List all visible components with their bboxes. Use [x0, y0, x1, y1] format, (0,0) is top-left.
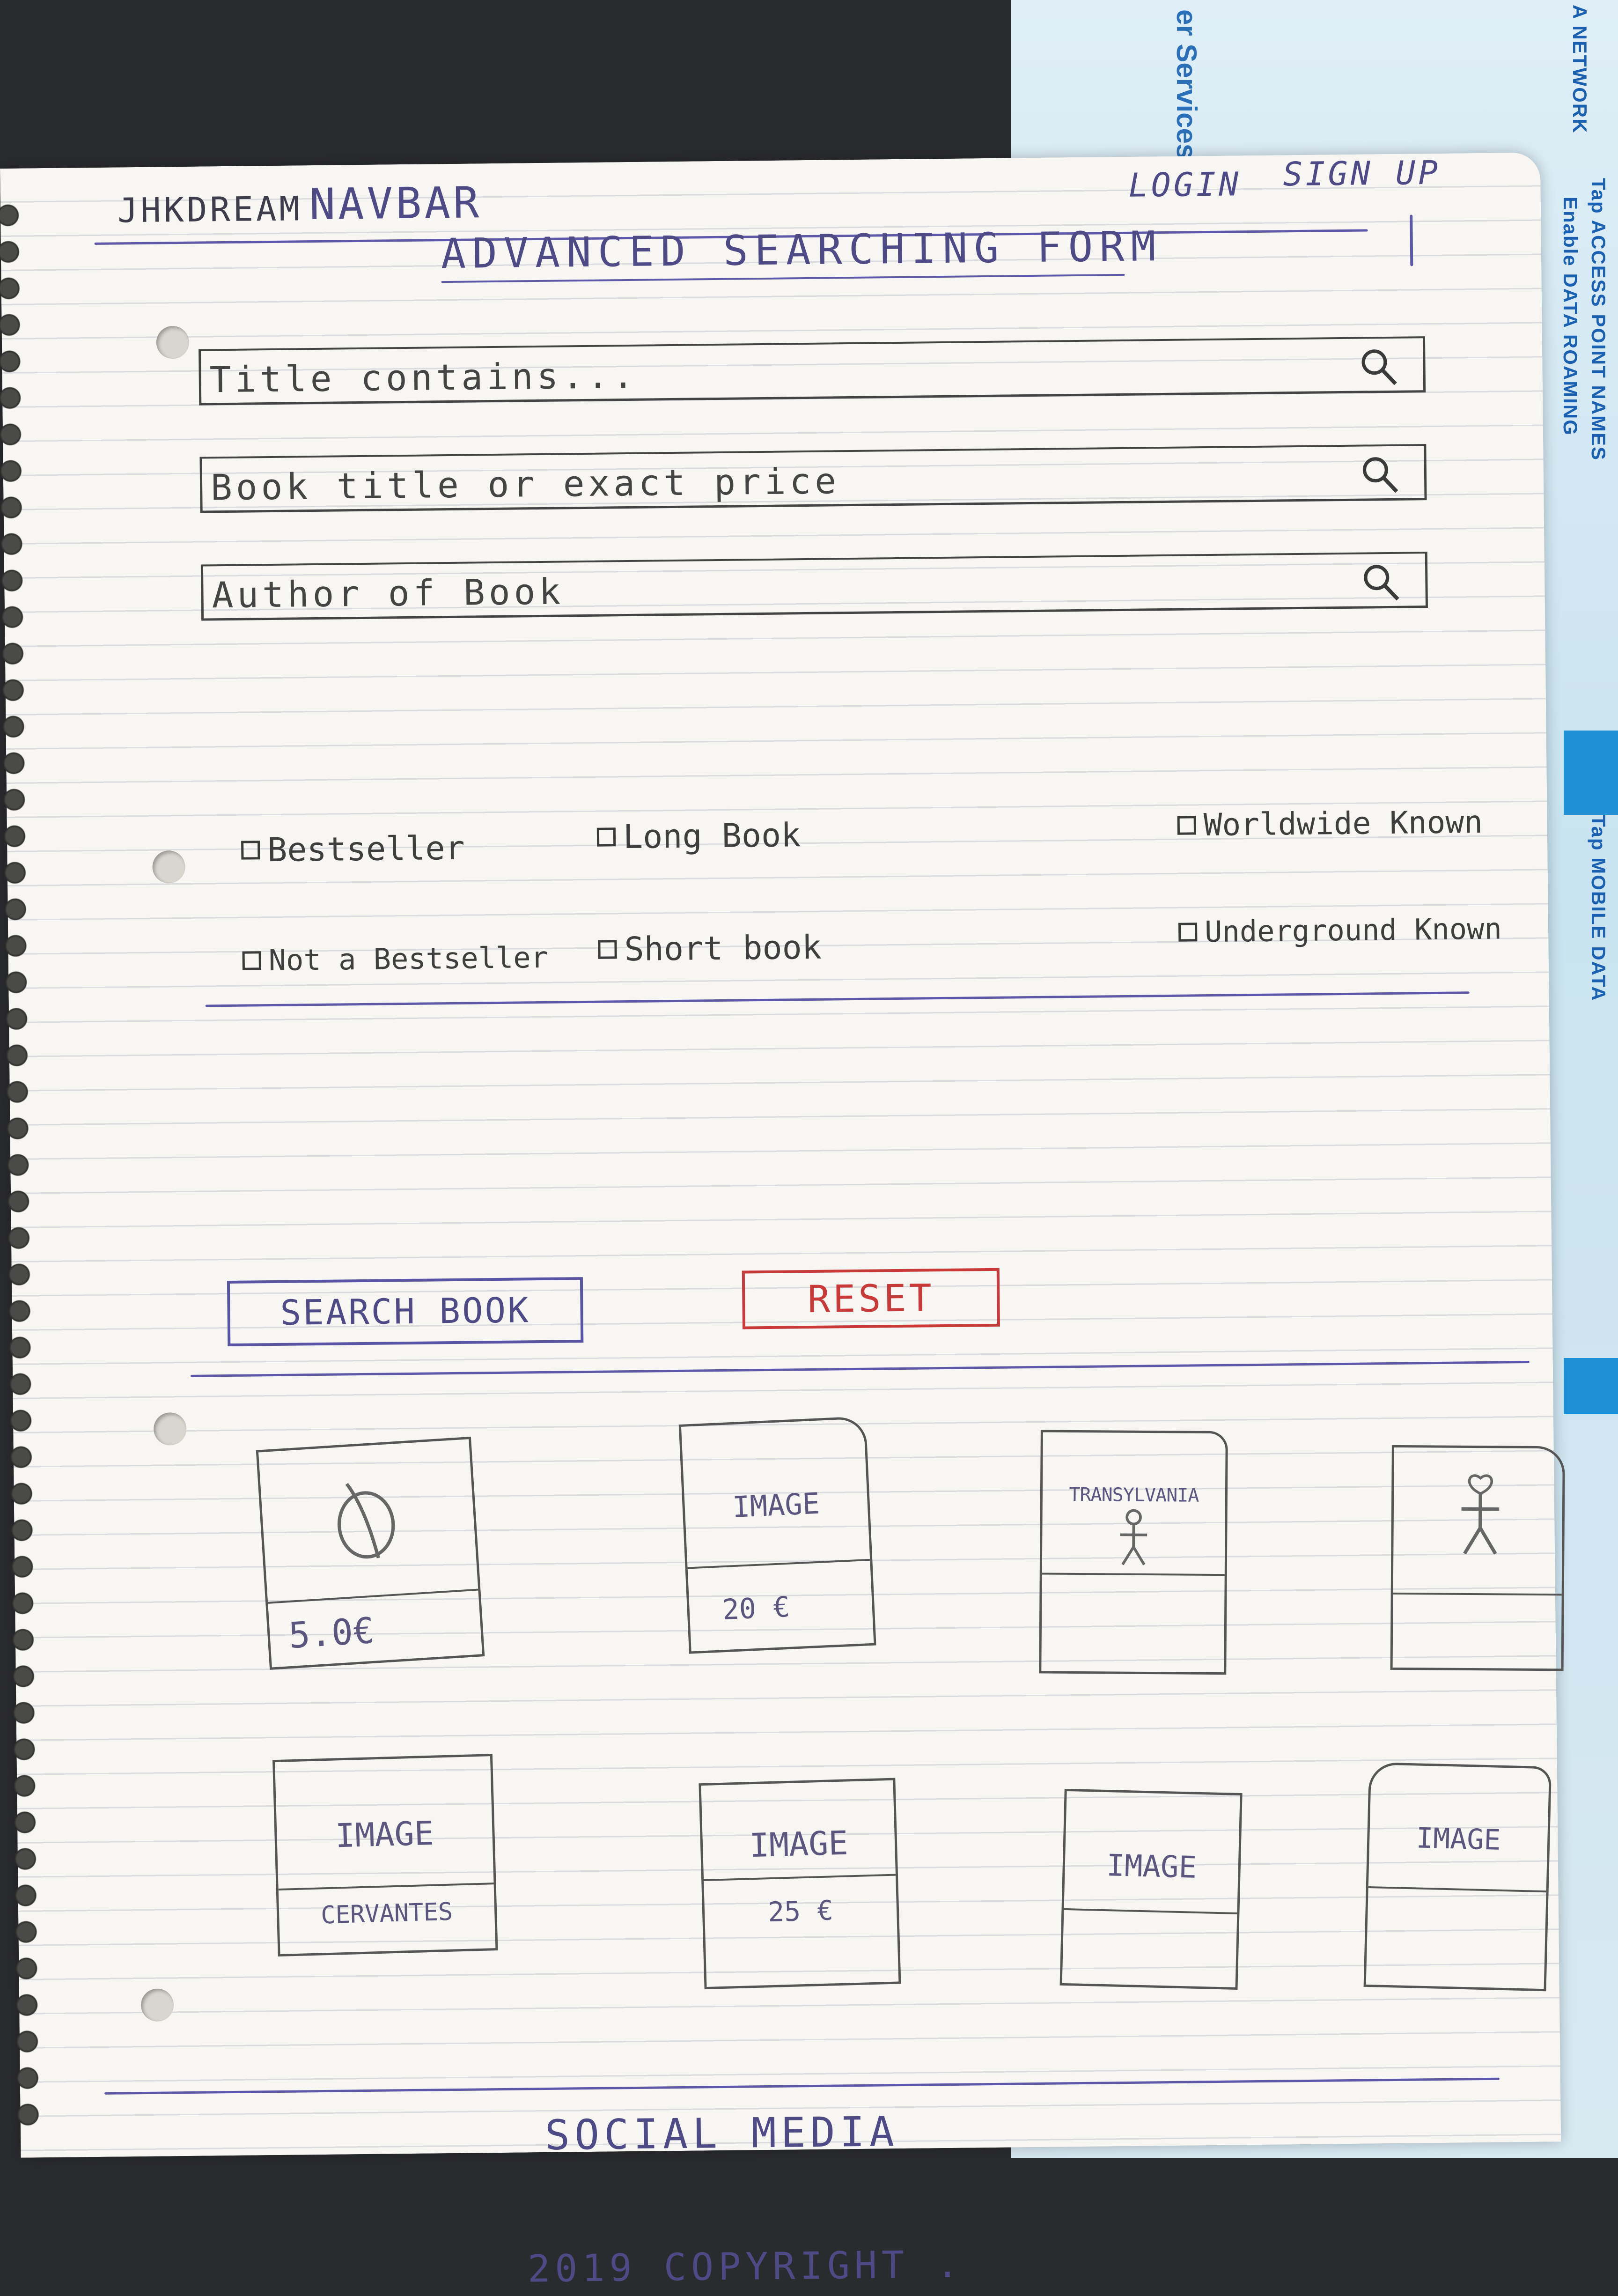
title-search-input[interactable]: [208, 344, 1334, 403]
form-heading: ADVANCED SEARCHING FORM: [441, 222, 1162, 278]
checkbox-label: Worldwide Known: [1203, 804, 1483, 843]
checkbox-box[interactable]: [241, 841, 260, 859]
login-link[interactable]: LOGIN: [1128, 165, 1242, 205]
card-divider: [1368, 1886, 1546, 1892]
social-media-link[interactable]: SOCIAL MEDIA: [545, 2107, 899, 2159]
checkbox-long-book[interactable]: Long Book: [597, 816, 801, 856]
doc-text-apn: Tap ACCESS POINT NAMES: [1587, 178, 1610, 461]
checkbox-box[interactable]: [597, 827, 616, 846]
checkbox-box[interactable]: [243, 951, 261, 970]
signup-link[interactable]: SIGN UP: [1283, 154, 1441, 194]
reset-button[interactable]: RESET: [742, 1268, 1000, 1329]
card-price: 20 €: [689, 1587, 873, 1628]
search-book-button[interactable]: SEARCH BOOK: [227, 1277, 583, 1346]
doc-text-roaming: Enable DATA ROAMING: [1559, 197, 1581, 436]
stick-figure-icon: [1454, 1471, 1506, 1561]
doc-stripe: [1564, 1358, 1618, 1414]
checkbox-worldwide-known[interactable]: Worldwide Known: [1177, 804, 1483, 843]
author-search-input[interactable]: [211, 559, 1337, 619]
card-divider: [704, 1874, 896, 1881]
checkbox-box[interactable]: [1177, 816, 1196, 834]
price-search-input[interactable]: [210, 451, 1336, 511]
book-card[interactable]: IMAGE: [1364, 1762, 1552, 1991]
copyright-text: 2019 COPYRIGHT .: [528, 2243, 964, 2291]
buttons-divider: [191, 1361, 1530, 1377]
doc-text-network: A NETWORK: [1568, 5, 1591, 133]
stick-figure-icon: [1112, 1507, 1155, 1569]
card-image-placeholder: IMAGE: [1065, 1847, 1239, 1886]
checkbox-label: Bestseller: [267, 829, 465, 869]
author-search-field: [201, 552, 1428, 620]
spiral-binding: [0, 201, 42, 2131]
card-image-placeholder: IMAGE: [684, 1484, 868, 1527]
search-icon[interactable]: [1359, 453, 1401, 495]
card-image-placeholder: IMAGE: [1369, 1821, 1548, 1858]
card-image-placeholder: TRANSYLVANIA: [1043, 1484, 1225, 1506]
punch-hole: [141, 1988, 174, 2022]
book-card[interactable]: IMAGE CERVANTES: [272, 1754, 498, 1956]
doc-stripe: [1564, 731, 1618, 815]
filters-divider: [206, 991, 1470, 1007]
search-icon[interactable]: [1357, 345, 1400, 388]
book-card[interactable]: TRANSYLVANIA: [1039, 1430, 1228, 1675]
book-card[interactable]: IMAGE: [1060, 1789, 1243, 1990]
punch-hole: [154, 1412, 187, 1446]
checkbox-box[interactable]: [598, 940, 617, 959]
price-search-field: [199, 444, 1427, 513]
book-card[interactable]: [1390, 1445, 1565, 1671]
book-card[interactable]: 5.0€: [256, 1437, 485, 1670]
checkbox-label: Underground Known: [1205, 912, 1502, 949]
notebook-page: JHKDREAM NAVBAR LOGIN SIGN UP ADVANCED S…: [0, 153, 1561, 2158]
checkbox-box[interactable]: [1178, 923, 1197, 941]
doc-text-services: er Services: [1170, 9, 1203, 159]
checkbox-bestseller[interactable]: Bestseller: [241, 829, 465, 870]
checkbox-label: Short book: [624, 928, 822, 968]
circle-sketch-icon: [321, 1471, 411, 1570]
card-price: 5.0€: [269, 1603, 482, 1658]
doc-text-mobile-data: Tap MOBILE DATA: [1587, 815, 1610, 1002]
card-divider: [1064, 1908, 1237, 1914]
punch-hole: [152, 850, 185, 884]
card-author: CERVANTES: [279, 1897, 495, 1931]
search-icon[interactable]: [1360, 561, 1402, 603]
card-image-placeholder: IMAGE: [276, 1812, 493, 1857]
checkbox-label: Not a Bestseller: [268, 940, 548, 977]
book-card[interactable]: IMAGE 20 €: [679, 1416, 876, 1654]
book-card[interactable]: IMAGE 25 €: [699, 1778, 901, 1990]
checkbox-not-bestseller[interactable]: Not a Bestseller: [242, 940, 548, 978]
card-image-placeholder: IMAGE: [702, 1823, 895, 1866]
checkbox-short-book[interactable]: Short book: [598, 928, 822, 969]
card-divider: [279, 1883, 494, 1890]
card-divider: [688, 1559, 870, 1569]
checkbox-underground-known[interactable]: Underground Known: [1178, 912, 1502, 949]
navbar-edge: [1410, 214, 1413, 266]
navbar-title: NAVBAR: [309, 177, 482, 229]
checkbox-label: Long Book: [623, 816, 801, 856]
navbar-brand[interactable]: JHKDREAM: [118, 189, 303, 230]
footer-divider: [104, 2078, 1500, 2095]
card-divider: [268, 1589, 478, 1604]
card-price: 25 €: [704, 1893, 897, 1930]
card-divider: [1042, 1573, 1225, 1576]
card-divider: [1393, 1593, 1562, 1596]
